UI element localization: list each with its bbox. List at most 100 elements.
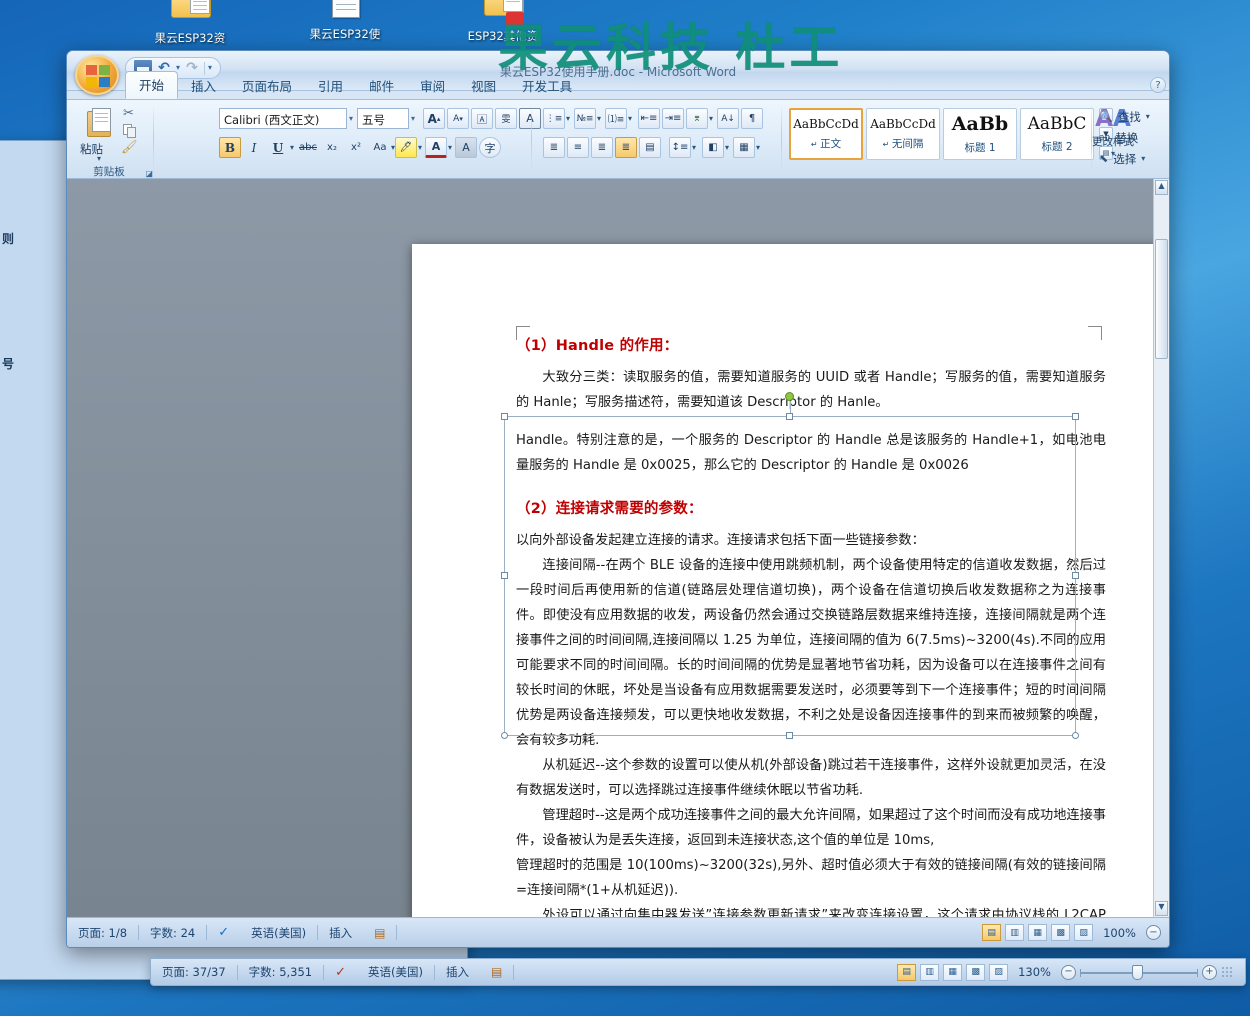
paragraph-shading-dropdown-icon[interactable]: ▾ [725,143,729,152]
line-spacing-dropdown-icon[interactable]: ▾ [692,143,696,152]
font-color-dropdown-icon[interactable]: ▾ [448,143,452,152]
paste-icon[interactable] [83,105,117,139]
style-item-heading1[interactable]: AaBb 标题 1 [943,108,1017,160]
style-item-no-spacing[interactable]: AaBbCcDd ↵ 无间隔 [866,108,940,160]
grow-font-icon[interactable]: A ▴ [423,108,445,129]
sort-icon[interactable]: A↓ [717,108,740,129]
multilevel-dropdown-icon[interactable]: ▾ [628,114,632,123]
outer-status-insert-mode[interactable]: 插入 [435,964,480,980]
align-right-icon[interactable]: ≣ [591,137,613,158]
view-web-layout-icon[interactable]: ▦ [1028,924,1048,941]
resize-handle-nw[interactable] [501,413,508,420]
tab-references[interactable]: 引用 [305,73,356,99]
scroll-down-button[interactable]: ▼ [1155,901,1168,916]
shrink-font-icon[interactable]: A ▾ [447,108,469,129]
text-highlight-icon[interactable]: 🖊 [395,137,417,158]
line-spacing-icon[interactable]: ↕≡ [669,137,691,158]
change-case-icon[interactable]: Aa [369,137,391,158]
character-shading-icon[interactable]: A [455,137,478,158]
bold-icon[interactable]: B [219,137,241,158]
view-print-layout-icon[interactable]: ▤ [982,924,1002,941]
view-full-screen-reading-icon[interactable]: ▥ [1005,924,1025,941]
subscript-icon[interactable]: x₂ [321,137,343,158]
font-name-input[interactable]: Calibri (西文正文) [219,108,347,129]
select-dropdown-icon[interactable]: ▾ [1141,154,1145,163]
selected-textbox-frame[interactable] [501,392,1079,739]
numbering-icon[interactable]: №≡ [574,108,597,129]
find-dropdown-icon[interactable]: ▾ [1146,112,1150,121]
resize-handle-n[interactable] [786,413,793,420]
bullets-icon[interactable]: ⋮≡ [543,108,565,129]
desktop-icon-3[interactable]: ESP32其他资 [448,0,558,43]
tab-developer[interactable]: 开发工具 [509,73,585,99]
view-draft-icon[interactable]: ▨ [1074,924,1094,941]
multilevel-list-icon[interactable]: ⑴≡ [605,108,628,129]
align-left-icon[interactable]: ≣ [543,137,565,158]
font-size-input[interactable]: 五号 [357,108,409,129]
tab-review[interactable]: 审阅 [407,73,458,99]
find-button[interactable]: 🔍 查找 ▾ [1099,106,1150,127]
outer-record-macro-icon[interactable]: ▤ [480,965,513,979]
rotate-handle[interactable] [785,392,794,401]
status-page[interactable]: 页面: 1/8 [67,925,138,941]
record-macro-icon[interactable]: ▤ [363,926,396,940]
paste-dropdown-icon[interactable]: ▾ [97,154,101,163]
bullets-dropdown-icon[interactable]: ▾ [566,114,570,123]
decrease-indent-icon[interactable]: ⇤≡ [638,108,661,129]
scroll-up-button[interactable]: ▲ [1155,180,1168,195]
style-item-heading2[interactable]: AaBbC 标题 2 [1020,108,1094,160]
word-window[interactable]: ↶ ▾ ↷ ▾ 果云ESP32使用手册.doc - Microsoft Word… [66,50,1170,948]
ribbon-tabs[interactable]: 开始 插入 页面布局 引用 邮件 审阅 视图 开发工具 [125,71,585,99]
zoom-level[interactable]: 100% [1097,926,1142,940]
borders-icon[interactable]: ▦ [733,137,756,158]
desktop-icon-1[interactable]: 果云ESP32资 [135,0,245,45]
outer-zoom-level[interactable]: 130% [1012,965,1057,979]
outer-status-language[interactable]: 英语(美国) [357,964,434,980]
increase-indent-icon[interactable]: ⇥≡ [662,108,685,129]
show-formatting-marks-icon[interactable]: ¶ [741,108,764,129]
vertical-scrollbar[interactable]: ▲ ▼ [1153,179,1169,917]
scrollbar-thumb[interactable] [1155,239,1168,359]
tab-home[interactable]: 开始 [125,71,179,99]
proofing-icon[interactable]: ✓ [207,925,240,940]
resize-handle-ne[interactable] [1072,413,1079,420]
underline-icon[interactable]: U [267,137,289,158]
outer-zoom-out-icon[interactable]: − [1061,964,1076,980]
numbering-dropdown-icon[interactable]: ▾ [597,114,601,123]
strikethrough-icon[interactable]: abc [297,137,319,158]
outer-zoom-in-icon[interactable]: + [1202,964,1217,980]
tab-mailings[interactable]: 邮件 [356,73,407,99]
resize-handle-w[interactable] [501,572,508,579]
underline-dropdown-icon[interactable]: ▾ [290,143,294,152]
document-area[interactable]: （1）Handle 的作用： 大致分三类：读取服务的值，需要知道服务的 UUID… [67,179,1169,917]
status-word-count[interactable]: 字数: 24 [139,925,206,941]
clipboard-dialog-launcher[interactable]: ◪ [145,169,153,178]
outer-view-outline-icon[interactable]: ▩ [966,963,986,981]
distribute-icon[interactable]: ▤ [639,137,661,158]
style-item-normal[interactable]: AaBbCcDd ↵ 正文 [789,108,863,160]
outer-view-full-screen-reading-icon[interactable]: ▥ [920,963,940,981]
asian-layout-icon[interactable]: ⌆ [686,108,709,129]
enclose-character-icon[interactable]: 字 [479,137,502,158]
replace-button[interactable]: ab 替换 [1099,127,1150,148]
font-color-icon[interactable]: A [425,137,448,158]
status-insert-mode[interactable]: 插入 [318,925,363,941]
outer-view-print-layout-icon[interactable]: ▤ [897,963,917,981]
zoom-out-icon[interactable]: − [1146,925,1161,940]
outer-proofing-icon[interactable]: ✓ [324,965,357,980]
zoom-slider-knob[interactable] [1132,965,1143,980]
scissors-icon[interactable]: ✂ [123,106,134,121]
phonetic-guide-icon[interactable]: 雯 [495,108,517,129]
document-page[interactable]: （1）Handle 的作用： 大致分三类：读取服务的值，需要知道服务的 UUID… [412,244,1169,917]
desktop-icon-2[interactable]: 果云ESP32使 [290,0,400,41]
outer-view-web-layout-icon[interactable]: ▦ [943,963,963,981]
view-outline-icon[interactable]: ▩ [1051,924,1071,941]
highlight-dropdown-icon[interactable]: ▾ [418,143,422,152]
help-icon[interactable]: ? [1150,77,1166,93]
select-button[interactable]: ⬉ 选择 ▾ [1099,148,1150,169]
justify-icon[interactable]: ≣ [615,137,637,158]
zoom-slider[interactable] [1080,965,1198,980]
format-painter-icon[interactable]: 🖌 [121,140,138,155]
resize-handle-e[interactable] [1072,572,1079,579]
copy-icon[interactable] [123,124,138,138]
